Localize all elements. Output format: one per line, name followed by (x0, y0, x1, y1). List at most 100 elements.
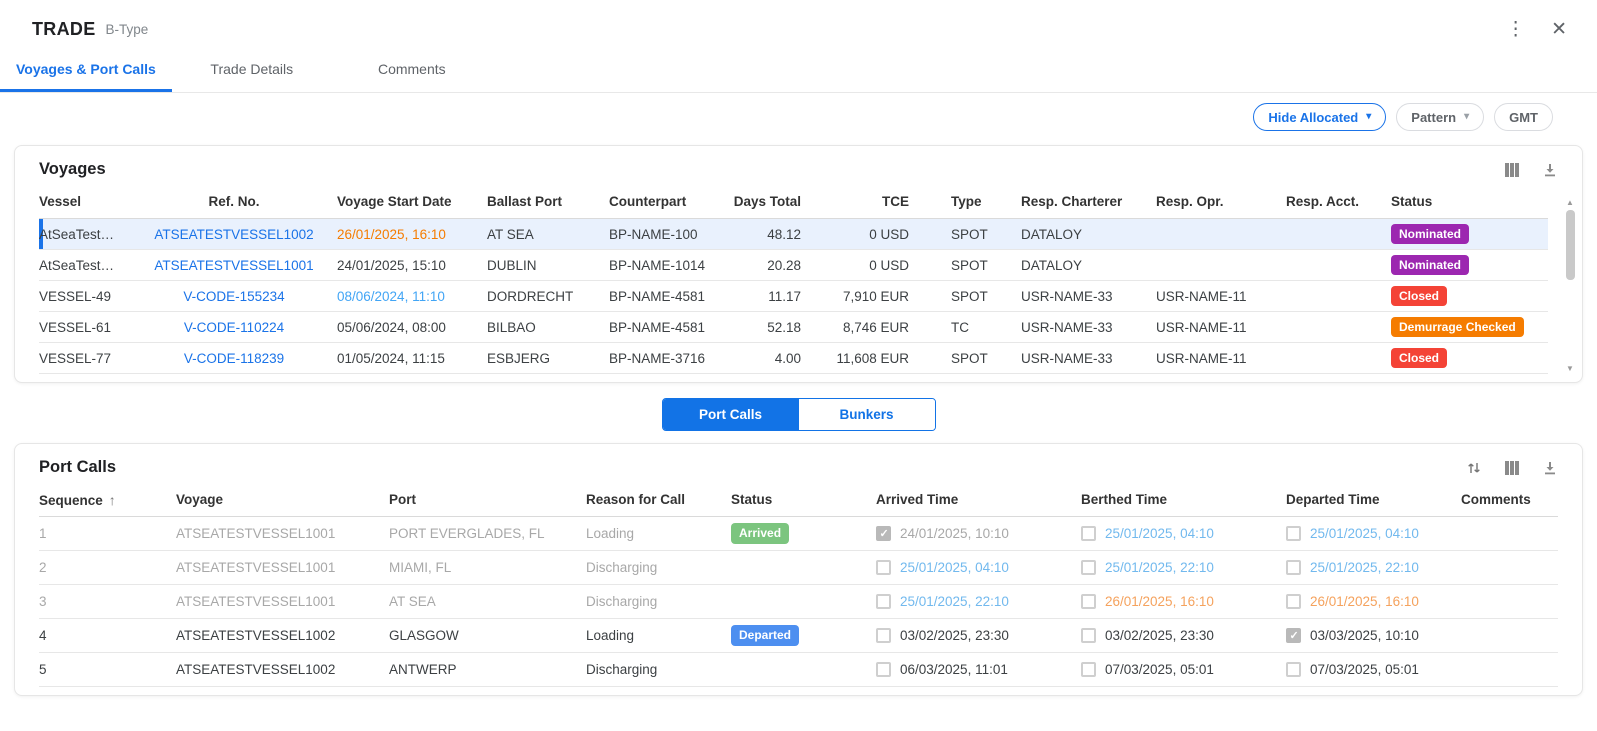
column-header-reason-for-call[interactable]: Reason for Call (586, 492, 731, 507)
departed-time-value[interactable]: 03/03/2025, 10:10 (1310, 628, 1419, 643)
column-header-comments[interactable]: Comments (1461, 492, 1558, 507)
departed-checkbox[interactable] (1286, 594, 1301, 609)
voyage-start-date-cell[interactable]: 08/06/2024, 11:10 (337, 289, 487, 304)
departed-time-value[interactable]: 25/01/2025, 04:10 (1310, 526, 1419, 541)
arrived-time-value[interactable]: 24/01/2025, 10:10 (900, 526, 1009, 541)
table-row[interactable]: 4ATSEATESTVESSEL1002GLASGOWLoadingDepart… (39, 619, 1558, 653)
table-row[interactable]: 5ATSEATESTVESSEL1002ANTWERPDischarging06… (39, 653, 1558, 687)
column-header-resp-charterer[interactable]: Resp. Charterer (1021, 194, 1156, 209)
berthed-checkbox[interactable] (1081, 628, 1096, 643)
column-header-tce[interactable]: TCE (809, 194, 917, 209)
table-row[interactable]: VESSEL-49V-CODE-15523408/06/2024, 11:10D… (39, 281, 1548, 312)
download-icon[interactable] (1542, 460, 1558, 476)
table-row[interactable]: AtSeaTest…ATSEATESTVESSEL100226/01/2025,… (39, 219, 1548, 250)
voyage-start-date-cell[interactable]: 24/01/2025, 15:10 (337, 258, 487, 273)
columns-icon[interactable] (1504, 460, 1520, 476)
voyage-start-date-cell[interactable]: 05/06/2024, 08:00 (337, 320, 487, 335)
voyage-start-date-cell[interactable]: 26/01/2025, 16:10 (337, 227, 487, 242)
berthed-time-value[interactable]: 25/01/2025, 22:10 (1105, 560, 1214, 575)
berthed-time-value[interactable]: 03/02/2025, 23:30 (1105, 628, 1214, 643)
port-calls-table: Sequence↑ Voyage Port Reason for Call St… (15, 479, 1582, 695)
voyage-ref-link[interactable]: V-CODE-118239 (139, 351, 337, 366)
arrived-time-value[interactable]: 25/01/2025, 22:10 (900, 594, 1009, 609)
gmt-button[interactable]: GMT (1494, 103, 1553, 131)
column-header-voyage[interactable]: Voyage (176, 492, 389, 507)
departed-time-value[interactable]: 26/01/2025, 16:10 (1310, 594, 1419, 609)
berthed-time-value[interactable]: 07/03/2025, 05:01 (1105, 662, 1214, 677)
column-header-berthed-time[interactable]: Berthed Time (1081, 492, 1286, 507)
scroll-up-icon[interactable]: ▲ (1566, 198, 1574, 208)
reason-cell: Discharging (586, 594, 731, 609)
download-icon[interactable] (1542, 162, 1558, 178)
voyage-ref-link[interactable]: ATSEATESTVESSEL1001 (139, 258, 337, 273)
column-header-status[interactable]: Status (731, 492, 876, 507)
departed-checkbox[interactable] (1286, 662, 1301, 677)
table-row[interactable]: 1ATSEATESTVESSEL1001PORT EVERGLADES, FLL… (39, 517, 1558, 551)
arrived-time-value[interactable]: 03/02/2025, 23:30 (900, 628, 1009, 643)
arrived-checkbox[interactable] (876, 560, 891, 575)
berthed-time-value[interactable]: 26/01/2025, 16:10 (1105, 594, 1214, 609)
close-icon[interactable]: ✕ (1551, 20, 1567, 39)
departed-checkbox[interactable] (1286, 526, 1301, 541)
berthed-checkbox[interactable] (1081, 526, 1096, 541)
columns-icon[interactable] (1504, 162, 1520, 178)
berthed-checkbox[interactable] (1081, 662, 1096, 677)
column-header-departed-time[interactable]: Departed Time (1286, 492, 1461, 507)
table-row[interactable]: 2ATSEATESTVESSEL1001MIAMI, FLDischarging… (39, 551, 1558, 585)
table-row[interactable]: AtSeaTest…ATSEATESTVESSEL100124/01/2025,… (39, 250, 1548, 281)
arrived-checkbox[interactable] (876, 594, 891, 609)
vessel-cell: VESSEL-61 (39, 320, 139, 335)
sort-icon[interactable] (1466, 460, 1482, 476)
column-header-resp-acct[interactable]: Resp. Acct. (1286, 194, 1391, 209)
column-header-arrived-time[interactable]: Arrived Time (876, 492, 1081, 507)
column-header-resp-opr[interactable]: Resp. Opr. (1156, 194, 1286, 209)
arrived-time-cell: 24/01/2025, 10:10 (876, 526, 1081, 541)
column-header-days-total[interactable]: Days Total (729, 194, 809, 209)
voyage-ref-link[interactable]: V-CODE-155234 (139, 289, 337, 304)
arrived-time-value[interactable]: 06/03/2025, 11:01 (900, 662, 1008, 677)
toggle-port-calls[interactable]: Port Calls (663, 399, 799, 430)
voyage-ref-link[interactable]: V-CODE-110224 (139, 320, 337, 335)
tab-trade-details[interactable]: Trade Details (172, 48, 332, 92)
days-total-cell: 52.18 (729, 320, 809, 335)
port-calls-card: Port Calls Sequence↑ Voyage Port Reason … (14, 443, 1583, 696)
departed-time-value[interactable]: 07/03/2025, 05:01 (1310, 662, 1419, 677)
berthed-checkbox[interactable] (1081, 594, 1096, 609)
kebab-menu-icon[interactable]: ⋮ (1506, 20, 1525, 39)
voyage-ref-link[interactable]: ATSEATESTVESSEL1002 (139, 227, 337, 242)
tab-voyages-port-calls[interactable]: Voyages & Port Calls (0, 48, 172, 92)
column-header-ballast-port[interactable]: Ballast Port (487, 194, 609, 209)
berthed-checkbox[interactable] (1081, 560, 1096, 575)
departed-checkbox[interactable] (1286, 560, 1301, 575)
arrived-checkbox[interactable] (876, 526, 891, 541)
arrived-checkbox[interactable] (876, 628, 891, 643)
column-header-type[interactable]: Type (917, 194, 1021, 209)
pattern-button[interactable]: Pattern ▾ (1396, 103, 1484, 131)
voyage-start-date-cell[interactable]: 01/05/2024, 11:15 (337, 351, 487, 366)
table-row[interactable]: VESSEL-77V-CODE-11823901/05/2024, 11:15E… (39, 343, 1548, 374)
column-header-sequence[interactable]: Sequence↑ (39, 492, 176, 508)
column-header-voyage-start-date[interactable]: Voyage Start Date (337, 194, 487, 209)
hide-allocated-button[interactable]: Hide Allocated ▾ (1253, 103, 1386, 131)
scrollbar-thumb[interactable] (1566, 210, 1575, 280)
column-header-port[interactable]: Port (389, 492, 586, 507)
column-header-ref-no[interactable]: Ref. No. (139, 194, 337, 209)
berthed-time-value[interactable]: 25/01/2025, 04:10 (1105, 526, 1214, 541)
tab-comments[interactable]: Comments (332, 48, 492, 92)
chevron-down-icon: ▾ (1464, 112, 1469, 122)
toggle-bunkers[interactable]: Bunkers (799, 399, 935, 430)
scroll-down-icon[interactable]: ▼ (1566, 364, 1574, 374)
table-row[interactable]: VESSEL-61V-CODE-11022405/06/2024, 08:00B… (39, 312, 1548, 343)
column-header-counterpart[interactable]: Counterpart (609, 194, 729, 209)
arrived-time-value[interactable]: 25/01/2025, 04:10 (900, 560, 1009, 575)
column-header-vessel[interactable]: Vessel (39, 194, 139, 209)
table-row[interactable]: 3ATSEATESTVESSEL1001AT SEADischarging25/… (39, 585, 1558, 619)
vertical-scrollbar[interactable]: ▲ ▼ (1563, 198, 1577, 374)
departed-checkbox[interactable] (1286, 628, 1301, 643)
arrived-checkbox[interactable] (876, 662, 891, 677)
status-badge: Nominated (1391, 255, 1469, 275)
column-header-status[interactable]: Status (1391, 194, 1548, 209)
departed-time-value[interactable]: 25/01/2025, 22:10 (1310, 560, 1419, 575)
port-cell: ANTWERP (389, 662, 586, 677)
voyage-cell: ATSEATESTVESSEL1001 (176, 594, 389, 609)
